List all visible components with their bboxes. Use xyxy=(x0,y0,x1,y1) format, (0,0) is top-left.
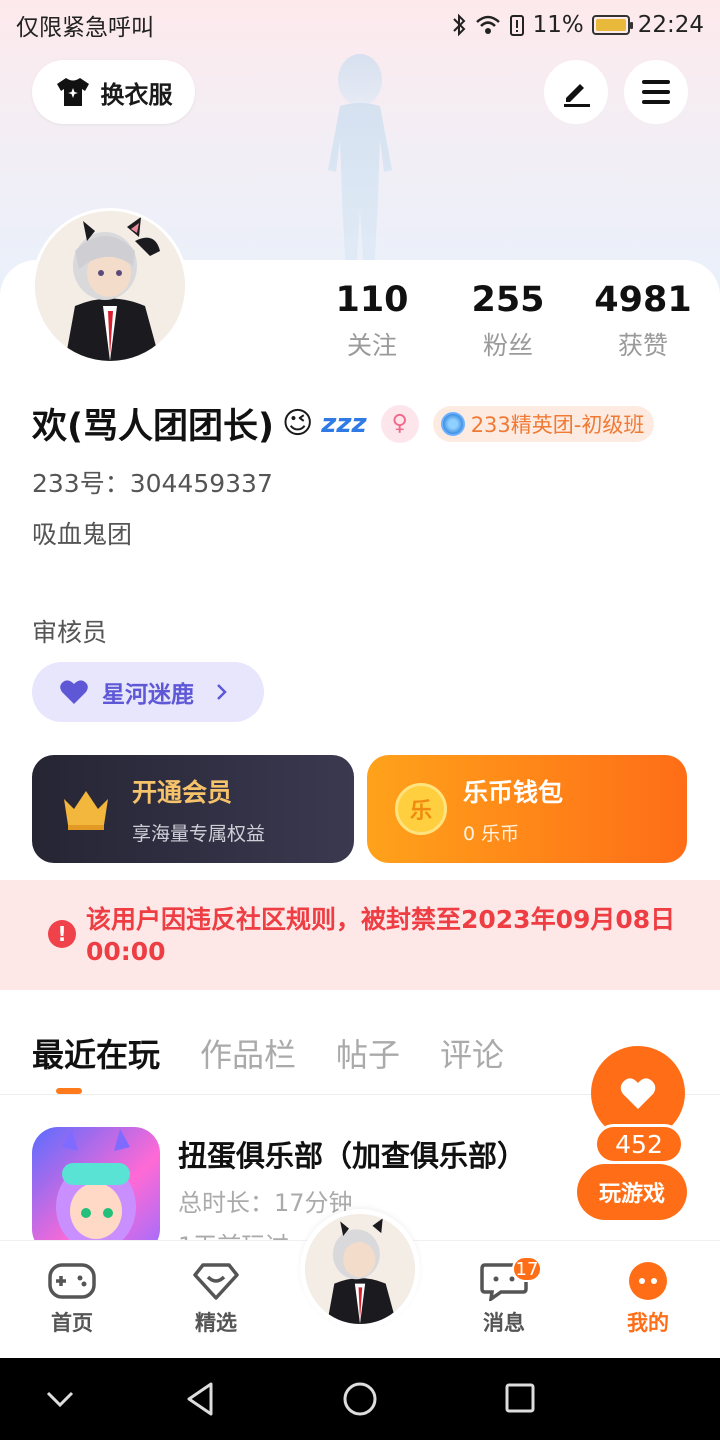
wallet-title: 乐币钱包 xyxy=(463,777,564,807)
followers-label: 粉丝 xyxy=(482,331,533,360)
wifi-icon xyxy=(475,15,500,34)
followers-stat[interactable]: 255 粉丝 xyxy=(443,280,573,362)
battery-alert-icon xyxy=(509,15,524,36)
badge-emblem-icon xyxy=(440,411,465,436)
collapse-chevron-icon[interactable] xyxy=(44,1384,76,1414)
tab-posts[interactable]: 帖子 xyxy=(336,1030,400,1076)
nav-mine[interactable]: 我的 xyxy=(593,1261,703,1337)
heart-icon xyxy=(620,1078,656,1109)
tshirt-icon xyxy=(56,78,89,106)
avatar-3d-figure xyxy=(328,54,392,275)
nav-featured[interactable]: 精选 xyxy=(161,1261,271,1337)
like-count: 452 xyxy=(594,1124,684,1164)
likes-count: 4981 xyxy=(594,280,692,320)
clock: 22:24 xyxy=(637,12,704,38)
avatar-character-image xyxy=(35,211,185,361)
nav-avatar-image xyxy=(305,1214,415,1324)
ban-notice-text: 该用户因违反社区规则，被封禁至2023年09月08日 00:00 xyxy=(86,905,676,966)
back-icon[interactable] xyxy=(183,1380,217,1418)
likes-label: 获赞 xyxy=(617,331,668,360)
coin-icon: 乐 xyxy=(395,783,447,835)
following-label: 关注 xyxy=(346,331,397,360)
vip-membership-card[interactable]: 开通会员 享海量专属权益 xyxy=(32,755,354,863)
tab-works[interactable]: 作品栏 xyxy=(200,1030,296,1076)
mine-face-icon xyxy=(629,1262,667,1300)
female-gender-icon: ♀ xyxy=(380,404,419,443)
battery-percent: 11% xyxy=(532,12,584,38)
vip-subtitle: 享海量专属权益 xyxy=(132,822,266,845)
wallet-balance: 0 乐币 xyxy=(463,822,520,845)
bottom-navigation: 首页 精选 消息 我的 xyxy=(0,1209,720,1358)
home-circle-icon[interactable] xyxy=(341,1380,379,1418)
nav-messages-label: 消息 xyxy=(483,1311,525,1335)
nav-messages[interactable]: 消息 xyxy=(449,1261,559,1337)
nav-mine-label: 我的 xyxy=(627,1311,669,1335)
user-name: 欢(骂人团团长) xyxy=(32,407,274,447)
likes-stat[interactable]: 4981 获赞 xyxy=(578,280,708,362)
change-outfit-button[interactable]: 换衣服 xyxy=(32,60,195,124)
recents-square-icon[interactable] xyxy=(503,1381,537,1415)
nav-home[interactable]: 首页 xyxy=(17,1261,127,1337)
vip-title: 开通会员 xyxy=(132,777,233,807)
nav-featured-label: 精选 xyxy=(195,1311,237,1335)
heart-shield-icon xyxy=(193,1263,239,1300)
nav-avatar-center[interactable] xyxy=(300,1209,420,1329)
tab-recent-played[interactable]: 最近在玩 xyxy=(32,1030,160,1076)
guild-label: 星河迷鹿 xyxy=(102,682,194,708)
tab-comments[interactable]: 评论 xyxy=(440,1030,504,1076)
messages-count-badge: 17 xyxy=(512,1256,542,1282)
user-bio: 吸血鬼团 xyxy=(32,520,133,549)
guild-pill[interactable]: 星河迷鹿 xyxy=(32,662,264,722)
name-row: 欢(骂人团团长) 😉 zzz ♀ 233精英团-初级班 xyxy=(32,398,655,449)
crown-icon xyxy=(64,791,108,830)
group-badge[interactable]: 233精英团-初级班 xyxy=(432,405,655,442)
game-title: 扭蛋俱乐部（加查俱乐部） xyxy=(178,1139,527,1173)
following-count: 110 xyxy=(335,280,409,320)
change-outfit-label: 换衣服 xyxy=(100,80,173,109)
bluetooth-icon xyxy=(452,13,465,37)
following-stat[interactable]: 110 关注 xyxy=(307,280,437,362)
followers-count: 255 xyxy=(471,280,545,320)
user-id: 233号：304459337 xyxy=(32,469,273,498)
wink-emoji-icon: 😉 xyxy=(282,406,314,441)
edit-profile-button[interactable] xyxy=(544,60,608,124)
alert-icon: ! xyxy=(48,920,76,948)
status-bar: 仅限紧急呼叫 11% 22:24 xyxy=(0,0,720,50)
profile-avatar[interactable] xyxy=(32,208,188,364)
nav-home-label: 首页 xyxy=(51,1311,93,1335)
gamepad-icon xyxy=(48,1263,96,1299)
chevron-right-icon xyxy=(217,684,227,700)
play-game-button[interactable]: 玩游戏 xyxy=(577,1164,687,1220)
wallet-card[interactable]: 乐 乐币钱包 0 乐币 xyxy=(367,755,687,863)
ban-notice: ! 该用户因违反社区规则，被封禁至2023年09月08日 00:00 xyxy=(0,880,720,990)
pen-icon xyxy=(564,84,590,107)
game-app-icon xyxy=(32,1127,160,1255)
system-navigation-bar xyxy=(0,1358,720,1440)
profile-tabs: 最近在玩 作品栏 帖子 评论 xyxy=(32,1030,504,1076)
carrier-text: 仅限紧急呼叫 xyxy=(16,15,154,41)
heart-icon xyxy=(60,680,88,704)
user-role: 审核员 xyxy=(32,618,108,647)
battery-icon xyxy=(591,15,633,35)
group-badge-label: 233精英团-初级班 xyxy=(470,412,645,437)
hamburger-menu-icon xyxy=(642,80,670,104)
sleep-zzz-icon: zzz xyxy=(321,408,367,439)
menu-button[interactable] xyxy=(624,60,688,124)
